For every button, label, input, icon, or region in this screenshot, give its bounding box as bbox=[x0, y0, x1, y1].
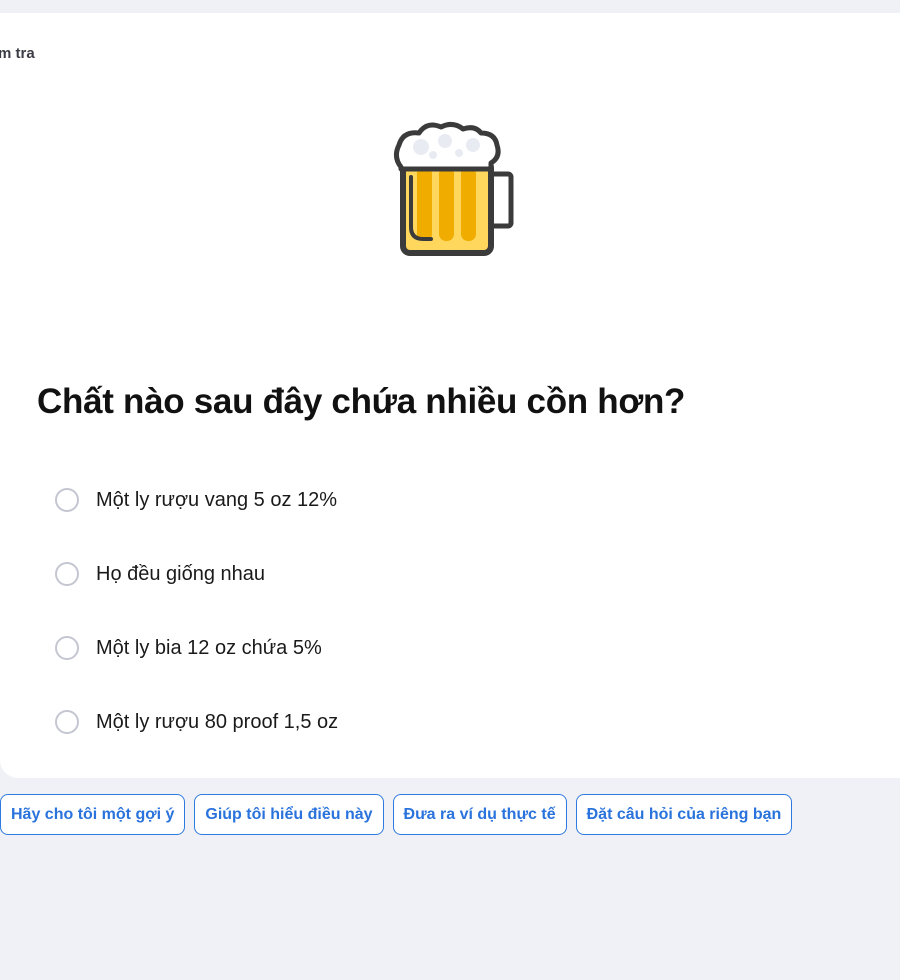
answer-options: Một ly rượu vang 5 oz 12% Họ đều giống n… bbox=[55, 480, 338, 776]
answer-option-label: Họ đều giống nhau bbox=[96, 562, 266, 585]
answer-option-label: Một ly rượu 80 proof 1,5 oz bbox=[96, 710, 339, 733]
explain-button[interactable]: Giúp tôi hiểu điều này bbox=[194, 794, 384, 835]
hint-button[interactable]: Hãy cho tôi một gợi ý bbox=[0, 794, 186, 835]
answer-option-label: Một ly rượu vang 5 oz 12% bbox=[96, 488, 338, 511]
answer-option[interactable]: Một ly rượu 80 proof 1,5 oz bbox=[55, 702, 338, 742]
ask-own-question-button[interactable]: Đặt câu hỏi của riêng bạn bbox=[575, 794, 793, 835]
radio-button-icon[interactable] bbox=[55, 562, 79, 586]
radio-button-icon[interactable] bbox=[55, 488, 79, 512]
suggestion-chips: Hãy cho tôi một gợi ý Giúp tôi hiểu điều… bbox=[0, 794, 801, 835]
radio-button-icon[interactable] bbox=[55, 636, 79, 660]
answer-option-label: Một ly bia 12 oz chứa 5% bbox=[96, 636, 322, 659]
card-label: m tra bbox=[0, 45, 35, 62]
radio-button-icon[interactable] bbox=[55, 710, 79, 734]
beer-mug-icon bbox=[391, 117, 521, 257]
real-example-button[interactable]: Đưa ra ví dụ thực tế bbox=[392, 794, 567, 835]
answer-option[interactable]: Một ly bia 12 oz chứa 5% bbox=[55, 628, 338, 668]
question-text: Chất nào sau đây chứa nhiều cồn hơn? bbox=[37, 382, 686, 421]
answer-option[interactable]: Họ đều giống nhau bbox=[55, 554, 338, 594]
answer-option[interactable]: Một ly rượu vang 5 oz 12% bbox=[55, 480, 338, 520]
quiz-card: m tra Chất nào sau đây chứa nhiều cồn hơ… bbox=[0, 13, 900, 778]
